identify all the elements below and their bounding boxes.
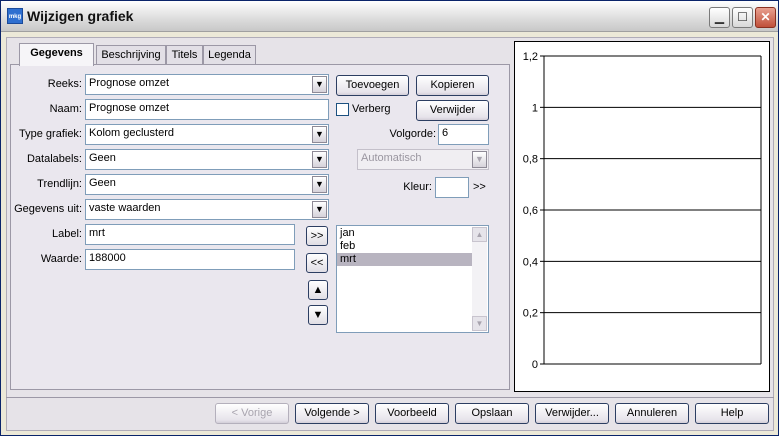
arrow-up-icon: ▲ [312,284,324,296]
dialog-window: mkg Wijzigen grafiek ▁ ☐ ✕ Gegevens Besc… [0,0,779,436]
chevron-down-icon: ▼ [312,176,327,193]
gegevens-uit-value: vaste waarden [89,202,161,214]
chevron-down-icon: ▼ [312,76,327,93]
listbox-scrollbar[interactable]: ▲ ▼ [472,227,487,331]
gegevens-uit-select[interactable]: vaste waarden ▼ [85,199,329,220]
toevoegen-button[interactable]: Toevoegen [336,75,409,96]
type-grafiek-value: Kolom geclusterd [89,127,174,139]
gegevens-uit-label: Gegevens uit: [14,203,82,215]
move-down-button[interactable]: ▼ [308,305,328,325]
list-item[interactable]: jan [337,227,473,240]
kleur-swatch[interactable] [435,177,469,198]
app-logo-icon: mkg [7,8,23,24]
minimize-icon: ▁ [714,10,725,24]
kopieren-button[interactable]: Kopieren [416,75,489,96]
help-button[interactable]: Help [695,403,769,424]
title-bar[interactable]: mkg Wijzigen grafiek ▁ ☐ ✕ [1,1,778,32]
close-button[interactable]: ✕ [755,7,776,28]
reeks-select-value: Prognose omzet [89,77,170,89]
reeks-label: Reeks: [47,78,82,90]
voorbeeld-button[interactable]: Voorbeeld [375,403,449,424]
opslaan-button[interactable]: Opslaan [455,403,529,424]
kleur-label: Kleur: [403,181,432,193]
chart-y-tick-label: 1,2 [523,51,538,63]
chevron-down-icon: ▼ [312,151,327,168]
chart-y-tick-label: 0 [532,359,538,371]
scroll-up-icon[interactable]: ▲ [472,227,487,242]
move-up-button[interactable]: ▲ [308,280,328,300]
reeks-select[interactable]: Prognose omzet ▼ [85,74,329,95]
list-item[interactable]: feb [337,240,473,253]
chart-y-tick-label: 0,8 [523,154,538,166]
tab-titels[interactable]: Titels [166,45,203,65]
tab-legenda[interactable]: Legenda [203,45,256,65]
type-grafiek-label: Type grafiek: [19,128,82,140]
vorige-button[interactable]: < Vorige [215,403,289,424]
close-icon: ✕ [760,10,771,24]
chevron-down-icon: ▼ [312,126,327,143]
trendlijn-value: Geen [89,177,116,189]
chevron-down-icon: ▼ [312,201,327,218]
datalabels-label: Datalabels: [26,153,82,165]
datalabels-value: Geen [89,152,116,164]
verberg-checkbox[interactable] [336,103,349,116]
tab-beschrijving[interactable]: Beschrijving [96,45,166,65]
chart-preview: 0 0,2 0,4 0,6 0,8 1 1,2 [514,41,770,392]
waarde-label: Waarde: [40,253,82,265]
label-field[interactable]: mrt [85,224,295,245]
automatisch-value: Automatisch [361,152,422,164]
chart-y-tick-label: 0,2 [523,308,538,320]
type-grafiek-select[interactable]: Kolom geclusterd ▼ [85,124,329,145]
verberg-label: Verberg [352,103,391,115]
naam-field[interactable]: Prognose omzet [85,99,329,120]
volgorde-field[interactable]: 6 [438,124,489,145]
chart-svg: 0 0,2 0,4 0,6 0,8 1 1,2 [523,51,762,371]
volgende-button[interactable]: Volgende > [295,403,369,424]
naam-label: Naam: [49,103,82,115]
chevron-down-icon: ▼ [472,151,487,168]
arrow-down-icon: ▼ [312,309,324,321]
verwijder-dialog-button[interactable]: Verwijder... [535,403,609,424]
list-item[interactable]: mrt [337,253,473,266]
datalabels-select[interactable]: Geen ▼ [85,149,329,170]
tab-gegevens[interactable]: Gegevens [19,43,94,66]
volgorde-label: Volgorde: [389,128,436,140]
automatisch-select: Automatisch ▼ [357,149,489,170]
move-right-button[interactable]: >> [306,226,328,246]
move-left-button[interactable]: << [306,253,328,273]
kleur-more-button[interactable]: >> [473,181,486,193]
maximize-icon: ☐ [737,10,748,24]
annuleren-button[interactable]: Annuleren [615,403,689,424]
chart-y-tick-label: 0,6 [523,205,538,217]
minimize-button[interactable]: ▁ [709,7,730,28]
trendlijn-select[interactable]: Geen ▼ [85,174,329,195]
values-listbox[interactable]: jan feb mrt ▲ ▼ [336,225,489,333]
chart-y-tick-label: 0,4 [523,256,538,268]
scroll-down-icon[interactable]: ▼ [472,316,487,331]
chart-y-tick-label: 1 [532,102,538,114]
verwijder-button[interactable]: Verwijder [416,100,489,121]
trendlijn-label: Trendlijn: [37,178,82,190]
label-label: Label: [52,228,82,240]
waarde-field[interactable]: 188000 [85,249,295,270]
footer-divider [6,397,774,398]
window-title: Wijzigen grafiek [27,8,134,24]
maximize-button[interactable]: ☐ [732,7,753,28]
